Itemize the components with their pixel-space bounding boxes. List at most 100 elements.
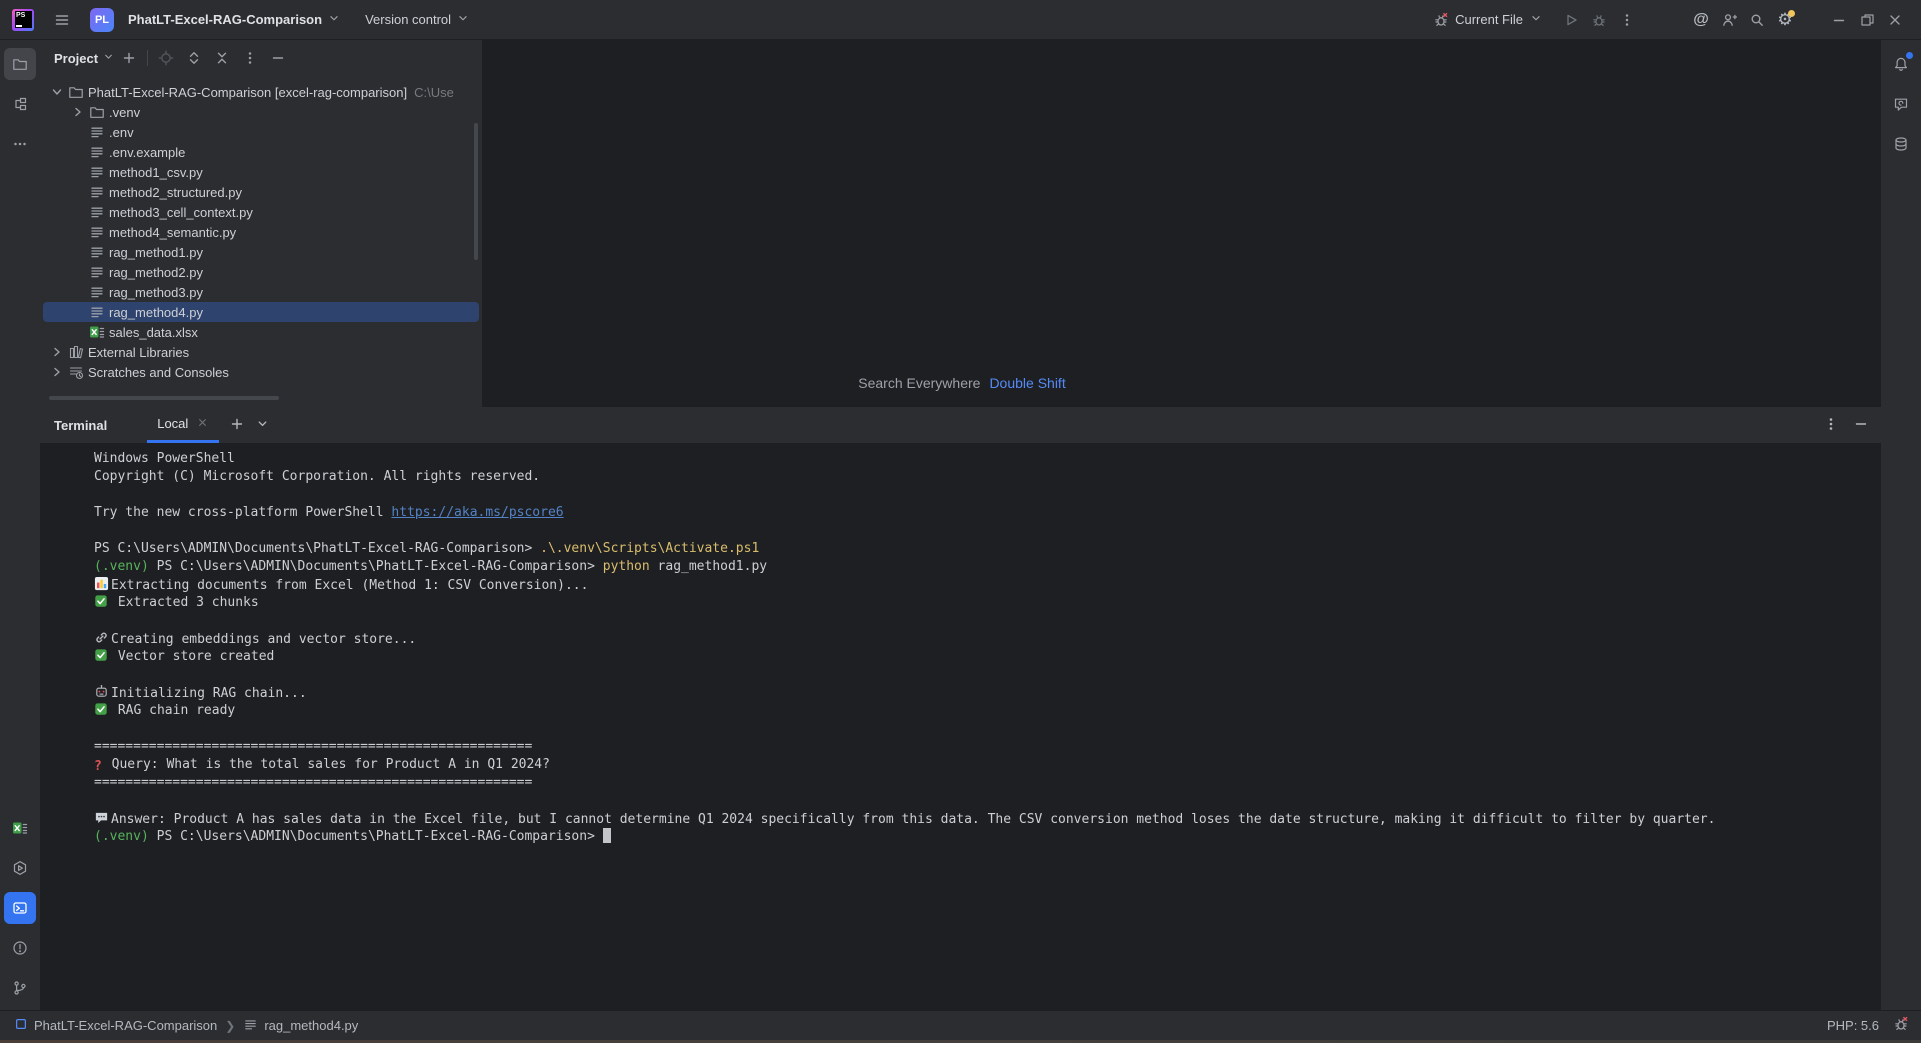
chevron-down-icon [1529,11,1543,28]
terminal-link[interactable]: https://aka.ms/pscore6 [391,505,563,520]
win-min-icon[interactable] [1825,6,1853,34]
terminal-text: Windows PowerShell [94,451,235,466]
new-terminal-tab-button[interactable] [229,416,245,435]
tree-item-label: method3_cell_context.py [109,205,253,220]
tree-item-label: rag_method3.py [109,285,203,300]
hide-icon[interactable] [264,44,292,72]
terminal-tab-local[interactable]: Local [147,407,219,443]
terminal-line [94,720,1881,738]
file-icon [87,144,107,160]
tree-item[interactable]: method4_semantic.py [43,222,479,242]
tree-item[interactable]: External Libraries [43,342,479,362]
tree-item[interactable]: .venv [43,102,479,122]
hint-text: Search Everywhere [858,375,980,391]
more-h-icon[interactable] [4,128,36,160]
search-everywhere-hint: Search Everywhere Double Shift [858,375,1065,391]
close-icon[interactable] [196,416,209,432]
expand-all-icon[interactable] [180,44,208,72]
check-emoji-icon [94,702,108,722]
problems-icon[interactable] [4,932,36,964]
breadcrumb-project[interactable]: PhatLT-Excel-RAG-Comparison [34,1018,217,1033]
bug-x-icon[interactable] [1427,6,1455,34]
terminal-tab-options-chevron[interactable] [255,416,270,434]
xdebug-bug-icon[interactable] [1893,1016,1909,1035]
chevron-down-icon [456,11,470,28]
phpstorm-window: PS PL PhatLT-Excel-RAG-Comparison Versio… [0,0,1921,1043]
ai-chat-icon[interactable] [1885,88,1917,120]
chevron-right-icon[interactable] [47,364,66,380]
vcs-widget[interactable]: Version control [365,11,470,28]
tree-item[interactable]: method3_cell_context.py [43,202,479,222]
tree-item[interactable]: rag_method2.py [43,262,479,282]
terminal-line: Initializing RAG chain... [94,684,1881,702]
horizontal-scrollbar[interactable] [49,396,279,400]
terminal-more-icon[interactable] [1823,416,1839,435]
tree-item[interactable]: sales_data.xlsx [43,322,479,342]
gear-icon[interactable]: ⚙ [1771,6,1799,34]
check-emoji-icon [94,594,108,614]
terminal-output[interactable]: Windows PowerShellCopyright (C) Microsof… [40,443,1881,846]
terminal-header: Terminal Local [40,407,1881,443]
terminal-line: PS C:\Users\ADMIN\Documents\PhatLT-Excel… [94,540,1881,558]
folder-tool-icon[interactable] [4,48,36,80]
php-version-widget[interactable]: PHP: 5.6 [1827,1018,1879,1033]
collapse-all-icon[interactable] [208,44,236,72]
breadcrumb-file[interactable]: rag_method4.py [264,1018,358,1033]
database-icon[interactable] [1885,128,1917,160]
terminal-line: (.venv) PS C:\Users\ADMIN\Documents\Phat… [94,828,1881,846]
plus-icon[interactable] [115,44,143,72]
right-tool-strip [1881,40,1921,1010]
tree-item[interactable]: method2_structured.py [43,182,479,202]
terminal-line: Try the new cross-platform PowerShell ht… [94,504,1881,522]
vertical-scrollbar[interactable] [474,123,478,260]
bell-icon[interactable] [1885,48,1917,80]
tree-item[interactable]: PhatLT-Excel-RAG-Comparison [excel-rag-c… [43,82,479,102]
terminal-line: Answer: Product A has sales data in the … [94,810,1881,828]
terminal-text: Extracted 3 chunks [110,595,259,610]
win-restore-icon[interactable] [1853,6,1881,34]
bug-icon[interactable] [1585,6,1613,34]
run-configuration-select[interactable]: Current File [1455,11,1543,28]
tree-item-label: rag_method4.py [109,305,203,320]
project-avatar[interactable]: PL [90,8,114,32]
win-close-icon[interactable] [1881,6,1909,34]
git-icon[interactable] [4,972,36,1004]
tree-item[interactable]: .env.example [43,142,479,162]
terminal-text: PS C:\Users\ADMIN\Documents\PhatLT-Excel… [94,541,540,556]
tree-item[interactable]: rag_method1.py [43,242,479,262]
tree-item[interactable]: rag_method3.py [43,282,479,302]
excel-tool-icon[interactable] [4,812,36,844]
terminal-tool-icon[interactable] [4,892,36,924]
project-widget[interactable]: PhatLT-Excel-RAG-Comparison [128,11,341,28]
locate-icon[interactable] [152,44,180,72]
tree-item-label: method4_semantic.py [109,225,236,240]
terminal-title: Terminal [54,418,107,433]
tree-item[interactable]: .env [43,122,479,142]
terminal-text: Try the new cross-platform PowerShell [94,505,391,520]
file-icon [87,244,107,260]
terminal-text: (.venv) [94,559,149,574]
search-icon[interactable] [1743,6,1771,34]
tree-item[interactable]: method1_csv.py [43,162,479,182]
hamburger-icon[interactable] [48,6,76,34]
project-view-select[interactable]: Project [54,50,115,66]
project-tool-window: Project PhatLT-Excel-RAG-Comparison [exc… [40,40,483,407]
tree-item[interactable]: Scratches and Consoles [43,362,479,382]
terminal-text: Answer: Product A has sales data in the … [111,812,1715,827]
user-plus-icon[interactable] [1715,6,1743,34]
tree-item-label: rag_method2.py [109,265,203,280]
structure-icon[interactable] [4,88,36,120]
play-icon[interactable] [1557,6,1585,34]
services-icon[interactable] [4,852,36,884]
tree-item[interactable]: rag_method4.py [43,302,479,322]
ai-mention-icon[interactable]: @ [1687,6,1715,34]
more-v-icon[interactable] [1613,6,1641,34]
hide-panel-icon[interactable] [1853,416,1869,435]
editor-area[interactable]: Search Everywhere Double Shift [483,40,1881,407]
chevron-down-icon[interactable] [47,84,66,100]
tree-item-label: .env.example [109,145,185,160]
chevron-right-icon[interactable] [68,104,87,120]
chevron-right-icon[interactable] [47,344,66,360]
title-bar: PS PL PhatLT-Excel-RAG-Comparison Versio… [0,0,1921,40]
more-v-icon[interactable] [236,44,264,72]
